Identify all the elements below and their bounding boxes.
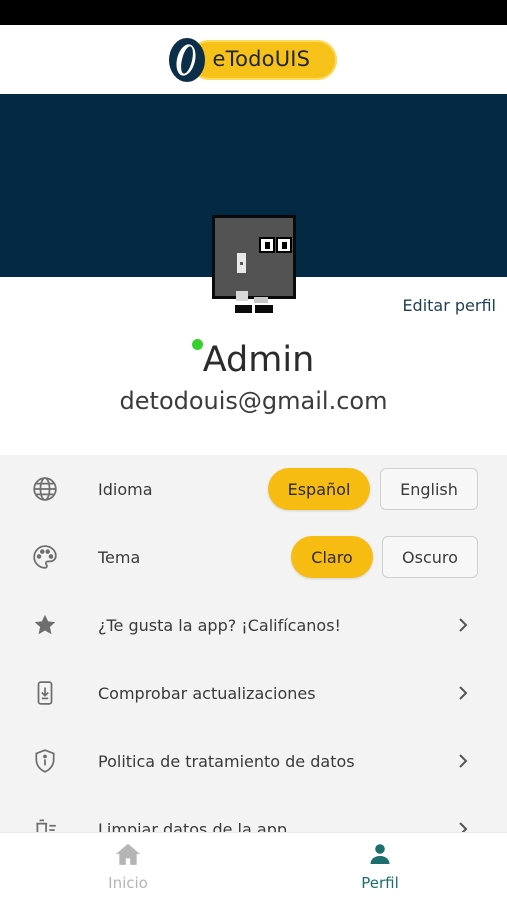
data-policy-label: Politica de tratamiento de datos — [98, 751, 355, 771]
avatar-leg-left — [236, 291, 248, 301]
palette-icon — [32, 544, 58, 570]
user-name: Admin — [202, 340, 315, 380]
theme-label: Tema — [98, 547, 141, 567]
app-header: eTodoUIS — [0, 25, 507, 94]
bottom-nav: Inicio Perfil — [0, 832, 507, 900]
logo-ring-icon — [168, 37, 205, 82]
avatar[interactable] — [212, 215, 296, 299]
edit-profile-link[interactable]: Editar perfil — [402, 296, 496, 315]
home-icon — [115, 842, 141, 870]
language-option-english[interactable]: English — [380, 468, 478, 510]
clear-data-label: Limpiar datos de la app — [98, 819, 287, 833]
check-updates-label: Comprobar actualizaciones — [98, 683, 316, 703]
chevron-right-icon — [459, 822, 468, 832]
avatar-foot-right — [255, 305, 273, 313]
phone-download-icon — [32, 680, 58, 706]
status-bar — [0, 0, 507, 25]
chevron-right-icon — [459, 618, 468, 632]
avatar-foot-left — [235, 305, 252, 313]
check-updates-row[interactable]: Comprobar actualizaciones — [0, 663, 507, 723]
person-icon — [368, 842, 392, 870]
nav-item-perfil[interactable]: Perfil — [340, 833, 420, 900]
theme-option-light[interactable]: Claro — [291, 536, 373, 578]
avatar-eye-right — [276, 237, 292, 253]
star-icon — [32, 612, 58, 638]
rate-app-row[interactable]: ¿Te gusta la app? ¡Califícanos! — [0, 595, 507, 655]
globe-icon — [32, 476, 58, 502]
theme-row: Tema Claro Oscuro — [0, 527, 507, 587]
rate-app-label: ¿Te gusta la app? ¡Califícanos! — [98, 615, 341, 635]
delete-sweep-icon — [32, 816, 58, 832]
language-option-spanish[interactable]: Español — [268, 468, 370, 510]
app-logo: eTodoUIS — [168, 37, 339, 82]
nav-label-inicio: Inicio — [108, 874, 148, 892]
chevron-right-icon — [459, 754, 468, 768]
user-email: detodouis@gmail.com — [119, 387, 388, 415]
theme-option-dark[interactable]: Oscuro — [382, 536, 478, 578]
chevron-right-icon — [459, 686, 468, 700]
language-row: Idioma Español English — [0, 459, 507, 519]
settings-list: Idioma Español English Tema Claro Oscuro… — [0, 455, 507, 832]
avatar-door — [237, 253, 246, 273]
data-policy-row[interactable]: Politica de tratamiento de datos — [0, 731, 507, 791]
clear-data-row[interactable]: Limpiar datos de la app — [0, 799, 507, 832]
avatar-leg-right — [254, 297, 268, 303]
shield-info-icon — [32, 748, 58, 774]
nav-label-perfil: Perfil — [361, 874, 399, 892]
logo-text: eTodoUIS — [212, 46, 311, 71]
language-label: Idioma — [98, 479, 153, 499]
nav-item-inicio[interactable]: Inicio — [88, 833, 168, 900]
avatar-eye-left — [259, 237, 275, 253]
